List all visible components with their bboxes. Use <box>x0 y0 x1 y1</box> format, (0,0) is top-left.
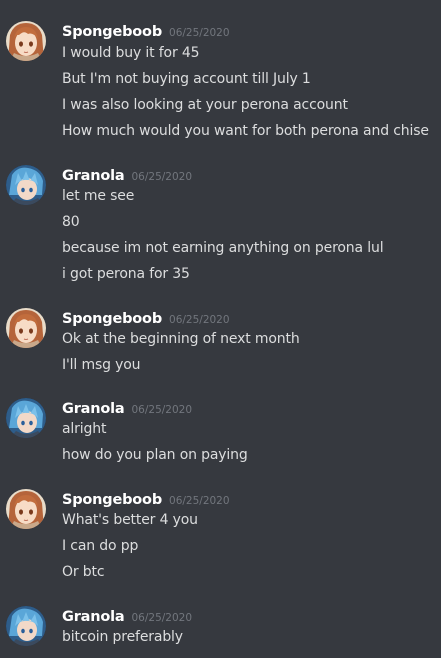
username[interactable]: Spongeboob <box>62 311 162 327</box>
timestamp: 06/25/2020 <box>169 495 230 507</box>
avatar[interactable] <box>6 21 46 61</box>
anime-boy-blue-hair-avatar-icon <box>6 606 46 646</box>
message-text: Ok at the beginning of next month <box>62 331 300 347</box>
message-text: I'll msg you <box>62 357 141 373</box>
username[interactable]: Spongeboob <box>62 492 162 508</box>
username[interactable]: Spongeboob <box>62 24 162 40</box>
message-text: how do you plan on paying <box>62 447 248 463</box>
avatar[interactable] <box>6 489 46 529</box>
anime-girl-brown-hair-avatar-icon <box>6 308 46 348</box>
anime-boy-blue-hair-avatar-icon <box>6 165 46 205</box>
message-text: But I'm not buying account till July 1 <box>62 71 311 87</box>
message-text: bitcoin preferably <box>62 629 183 645</box>
message-text: Or btc <box>62 564 105 580</box>
message-header: Granola 06/25/2020 <box>62 398 192 418</box>
message-text: I was also looking at your perona accoun… <box>62 97 348 113</box>
message-text: because im not earning anything on peron… <box>62 240 384 256</box>
timestamp: 06/25/2020 <box>131 171 193 183</box>
message-text: 80 <box>62 214 80 230</box>
message-header: Spongeboob 06/25/2020 <box>62 21 230 41</box>
message-text: alright <box>62 421 107 437</box>
avatar[interactable] <box>6 398 46 438</box>
message-header: Spongeboob 06/25/2020 <box>62 308 230 328</box>
message-text: I would buy it for 45 <box>62 45 200 61</box>
timestamp: 06/25/2020 <box>131 404 193 416</box>
message-text: let me see <box>62 188 135 204</box>
avatar[interactable] <box>6 606 46 646</box>
message-text: What's better 4 you <box>62 512 198 528</box>
anime-boy-blue-hair-avatar-icon <box>6 398 46 438</box>
message-text: How much would you want for both perona … <box>62 123 429 139</box>
anime-girl-brown-hair-avatar-icon <box>6 489 46 529</box>
timestamp: 06/25/2020 <box>169 314 230 326</box>
anime-girl-brown-hair-avatar-icon <box>6 21 46 61</box>
username[interactable]: Granola <box>62 401 125 417</box>
message-text: I can do pp <box>62 538 139 554</box>
avatar[interactable] <box>6 308 46 348</box>
message-header: Granola 06/25/2020 <box>62 606 192 626</box>
message-header: Spongeboob 06/25/2020 <box>62 489 230 509</box>
message-text: i got perona for 35 <box>62 266 190 282</box>
message-header: Granola 06/25/2020 <box>62 165 192 185</box>
timestamp: 06/25/2020 <box>169 27 230 39</box>
timestamp: 06/25/2020 <box>131 612 193 624</box>
username[interactable]: Granola <box>62 609 125 625</box>
username[interactable]: Granola <box>62 168 125 184</box>
avatar[interactable] <box>6 165 46 205</box>
